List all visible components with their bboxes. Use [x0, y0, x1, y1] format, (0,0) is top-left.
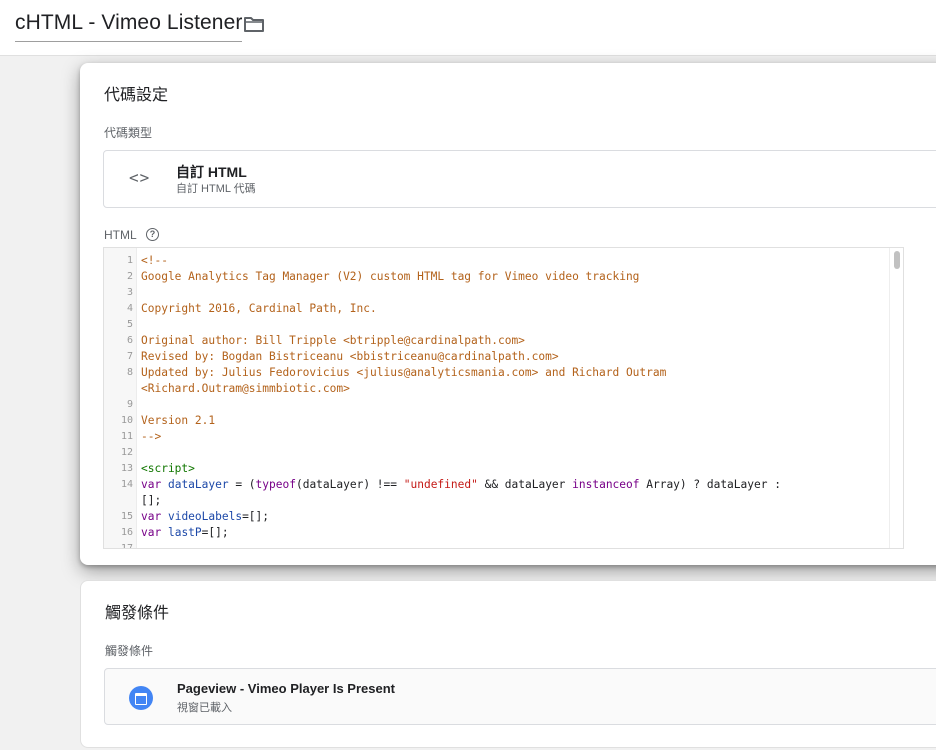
code-text: <script>: [141, 462, 195, 475]
triggering-label: 觸發條件: [105, 644, 154, 658]
triggering-title: 觸發條件: [105, 605, 170, 622]
code-text: [];: [141, 494, 162, 507]
tag-type-selector[interactable]: <> 自訂 HTML 自訂 HTML 代碼: [103, 150, 936, 208]
trigger-item[interactable]: Pageview - Vimeo Player Is Present 視窗已載入: [104, 668, 936, 725]
code-line: <Richard.Outram@simmbiotic.com>: [104, 381, 889, 397]
line-number: 2: [126, 271, 133, 282]
code-text: -->: [141, 430, 162, 443]
line-number: 15: [120, 511, 133, 522]
code-text: var dataLayer = (typeof(dataLayer) !== "…: [141, 478, 781, 491]
trigger-description: 視窗已載入: [177, 702, 232, 714]
line-number: 4: [126, 303, 133, 314]
code-line: 13 <script>: [104, 461, 889, 477]
tag-configuration-card[interactable]: 代碼設定 代碼類型 <> 自訂 HTML 自訂 HTML 代碼 HTML ? 1…: [80, 63, 936, 565]
line-number: [104, 381, 137, 397]
line-number: 16: [120, 527, 133, 538]
editor-scrollbar[interactable]: [889, 248, 903, 548]
line-number: 17: [120, 543, 133, 549]
code-text: <Richard.Outram@simmbiotic.com>: [141, 382, 350, 395]
code-text: Updated by: Julius Fedorovicius <julius@…: [141, 366, 667, 379]
tag-type-label: 代碼類型: [104, 126, 153, 140]
line-number: 9: [126, 399, 133, 410]
line-number: 11: [120, 431, 133, 442]
line-number: [104, 493, 137, 509]
line-number: 8: [126, 367, 133, 378]
code-text: Copyright 2016, Cardinal Path, Inc.: [141, 302, 377, 315]
code-line: 12: [104, 445, 889, 461]
code-content[interactable]: 1 <!-- 2 Google Analytics Tag Manager (V2)…: [104, 253, 889, 549]
line-number: 3: [126, 287, 133, 298]
code-line: 9: [104, 397, 889, 413]
code-line: 4 Copyright 2016, Cardinal Path, Inc.: [104, 301, 889, 317]
triggering-card[interactable]: 觸發條件 觸發條件 Pageview - Vimeo Player Is Pre…: [80, 580, 936, 748]
code-line: 6 Original author: Bill Tripple <btripple…: [104, 333, 889, 349]
line-number: 12: [120, 447, 133, 458]
code-line: 5: [104, 317, 889, 333]
code-line: 10 Version 2.1: [104, 413, 889, 429]
top-bar: cHTML - Vimeo Listener: [0, 0, 936, 56]
code-text: Revised by: Bogdan Bistriceanu <bbistric…: [141, 350, 559, 363]
line-number: 14: [120, 479, 133, 490]
code-text: Google Analytics Tag Manager (V2) custom…: [141, 270, 640, 283]
pageview-trigger-icon: [129, 686, 153, 710]
line-number: 5: [126, 319, 133, 330]
code-brackets-icon: <>: [129, 168, 151, 187]
code-text: Version 2.1: [141, 414, 216, 427]
html-field-label: HTML: [104, 228, 137, 242]
code-line: 1 <!--: [104, 253, 889, 269]
code-line: 8 Updated by: Julius Fedorovicius <julius…: [104, 365, 889, 381]
tag-type-name: 自訂 HTML: [176, 164, 247, 180]
line-number: 10: [120, 415, 133, 426]
line-number: 13: [120, 463, 133, 474]
code-line: 17: [104, 541, 889, 549]
line-number: 7: [126, 351, 133, 362]
code-line: 2 Google Analytics Tag Manager (V2) custo…: [104, 269, 889, 285]
tag-name-input[interactable]: cHTML - Vimeo Listener: [15, 11, 243, 42]
code-line: 16 var lastP=[];: [104, 525, 889, 541]
tag-type-description: 自訂 HTML 代碼: [176, 183, 256, 195]
line-number: 6: [126, 335, 133, 346]
scrollbar-thumb[interactable]: [894, 251, 900, 269]
code-line: 7 Revised by: Bogdan Bistriceanu <bbistri…: [104, 349, 889, 365]
code-text: var lastP=[];: [141, 526, 229, 539]
folder-icon[interactable]: [243, 14, 265, 34]
code-line: [];: [104, 493, 889, 509]
code-line: 15 var videoLabels=[];: [104, 509, 889, 525]
line-number: 1: [126, 255, 133, 266]
code-line: 14 var dataLayer = (typeof(dataLayer) !==…: [104, 477, 889, 493]
code-text: var videoLabels=[];: [141, 510, 270, 523]
code-line: 3: [104, 285, 889, 301]
trigger-name: Pageview - Vimeo Player Is Present: [177, 681, 395, 696]
help-circle-icon[interactable]: ?: [146, 228, 159, 241]
code-text: Original author: Bill Tripple <btripple@…: [141, 334, 525, 347]
code-line: 11 -->: [104, 429, 889, 445]
tag-configuration-title: 代碼設定: [104, 87, 169, 104]
html-code-editor[interactable]: 1 <!-- 2 Google Analytics Tag Manager (V2)…: [103, 247, 904, 549]
code-text: <!--: [141, 254, 168, 267]
